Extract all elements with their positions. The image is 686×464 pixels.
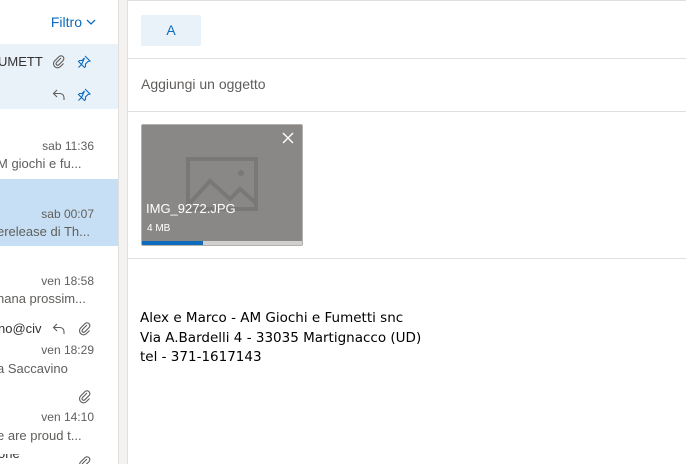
list-item[interactable]: ven 14:10 e are proud t...: [0, 385, 118, 453]
attachment-size: 4 MB: [147, 223, 171, 234]
signature-line: Via A.Bardelli 4 - 33035 Martignacco (UD…: [140, 329, 422, 346]
signature-line: Alex e Marco - AM Giochi e Fumetti snc: [140, 310, 404, 326]
message-time: sab 11:36: [42, 139, 94, 153]
message-list: Filtro UMETT sab 11:36 M giochi e fu... …: [0, 0, 118, 464]
reply-icon: [52, 88, 66, 102]
list-item[interactable]: sab 11:36 M giochi e fu...: [0, 110, 118, 178]
list-header: Filtro: [0, 0, 118, 44]
sender-name: no@civ: [0, 321, 42, 336]
message-time: sab 00:07: [41, 207, 94, 221]
message-preview: nana prossim...: [0, 291, 86, 306]
message-time: ven 18:58: [41, 274, 94, 288]
filter-button[interactable]: Filtro: [51, 13, 96, 30]
attachment-card[interactable]: IMG_9272.JPG 4 MB: [141, 124, 303, 246]
message-preview: erelease di Th...: [0, 224, 90, 239]
pin-icon[interactable]: [77, 55, 92, 69]
chevron-down-icon: [86, 13, 96, 29]
list-item[interactable]: one: [0, 454, 118, 464]
reply-icon: [52, 322, 66, 336]
attachment-name: IMG_9272.JPG: [146, 201, 236, 216]
message-time: ven 14:10: [41, 410, 94, 424]
list-item[interactable]: no@civ ven 18:29 a Saccavino: [0, 316, 118, 384]
upload-progress-fill: [142, 241, 203, 245]
divider: [128, 258, 686, 259]
message-preview: e are proud t...: [0, 428, 82, 443]
close-icon[interactable]: [280, 130, 296, 146]
signature-line: tel - 371-1617143: [140, 349, 262, 365]
paperclip-icon: [52, 55, 66, 69]
pane-divider: [118, 0, 128, 464]
subject-input[interactable]: Aggiungi un oggetto: [141, 76, 541, 92]
message-preview: M giochi e fu...: [0, 156, 82, 171]
paperclip-icon: [78, 322, 92, 336]
sender-name: one: [0, 454, 20, 461]
to-button[interactable]: A: [141, 15, 201, 46]
divider: [128, 111, 686, 112]
paperclip-icon: [78, 456, 92, 464]
list-item[interactable]: ven 18:58 nana prossim...: [0, 247, 118, 315]
pin-icon[interactable]: [77, 88, 92, 102]
upload-progress-bar: [142, 241, 302, 245]
filter-label: Filtro: [50, 14, 82, 30]
message-time: ven 18:29: [41, 343, 94, 357]
message-preview: a Saccavino: [0, 361, 68, 376]
list-item[interactable]: UMETT: [0, 44, 118, 109]
compose-pane: A Aggiungi un oggetto IMG_9272.JPG 4 MB …: [128, 0, 686, 464]
list-item-selected[interactable]: sab 00:07 erelease di Th...: [0, 179, 118, 246]
sender-name: UMETT: [0, 54, 43, 69]
paperclip-icon: [78, 390, 92, 404]
divider: [128, 58, 686, 59]
signature-block[interactable]: Alex e Marco - AM Giochi e Fumetti snc V…: [140, 309, 421, 368]
